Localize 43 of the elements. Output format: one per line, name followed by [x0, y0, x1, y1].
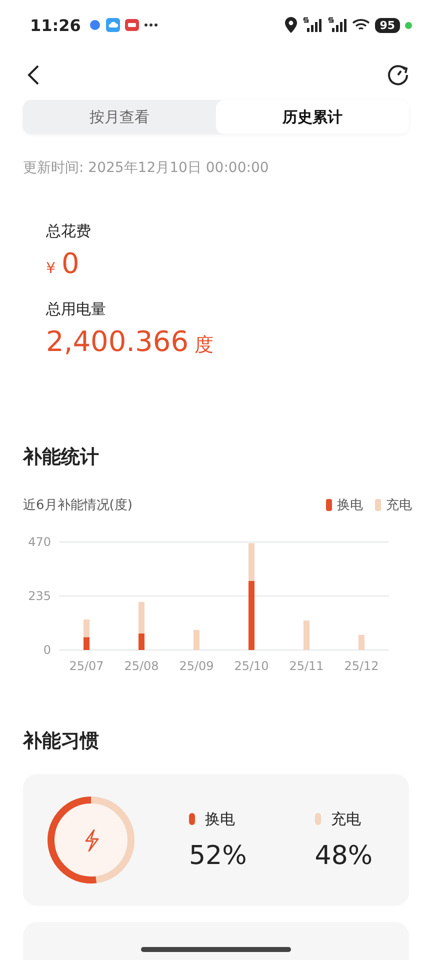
cloud-icon	[106, 18, 120, 32]
axis-category-label: 25/09	[179, 659, 214, 672]
chart-title: 近6月补能情况(度)	[23, 497, 132, 514]
signal-icon	[326, 17, 347, 33]
app-icon	[124, 19, 139, 31]
axis-category-label: 25/08	[124, 659, 159, 672]
legend-label: 充电	[386, 497, 412, 514]
total-cost-label: 总花费	[46, 222, 92, 241]
axis-tick-label: 235	[28, 589, 51, 603]
legend-label: 换电	[337, 497, 363, 514]
legend-label: 充电	[330, 810, 361, 828]
axis-category-label: 25/11	[289, 659, 324, 672]
currency-symbol: ¥	[46, 259, 56, 277]
axis-category-label: 25/07	[69, 659, 104, 672]
battery-level: 95	[374, 18, 400, 32]
axis-category-label: 25/12	[344, 659, 379, 672]
chart-bar	[304, 620, 310, 650]
total-energy-value: 2,400.366	[46, 325, 189, 358]
chart-bar	[194, 630, 200, 650]
percentage-value: 52%	[189, 840, 247, 870]
update-time: 更新时间: 2025年12月10日 00:00:00	[23, 159, 270, 177]
chart-bar	[358, 634, 364, 650]
wifi-icon	[352, 18, 370, 32]
signal-icon	[302, 17, 322, 33]
status-dot-icon	[405, 22, 412, 28]
total-cost-value: 0	[62, 247, 80, 280]
refresh-button[interactable]	[386, 63, 410, 87]
total-energy-label: 总用电量	[46, 300, 107, 319]
tab[interactable]: 按月查看	[23, 100, 216, 134]
back-button[interactable]	[26, 64, 40, 86]
section-title: 补能统计	[23, 445, 100, 470]
energy-unit: 度	[194, 333, 214, 358]
more-icon	[144, 23, 158, 27]
axis-tick-label: 470	[28, 535, 51, 549]
axis-category-label: 25/10	[234, 659, 269, 672]
location-icon	[284, 17, 297, 33]
status-time: 11:26	[30, 16, 81, 34]
tab[interactable]: 历史累计	[216, 100, 409, 134]
section-title: 补能习惯	[23, 729, 100, 754]
browser-icon	[88, 19, 101, 31]
percentage-value: 48%	[314, 840, 373, 870]
legend-label: 换电	[205, 810, 235, 828]
axis-tick-label: 0	[43, 643, 51, 657]
